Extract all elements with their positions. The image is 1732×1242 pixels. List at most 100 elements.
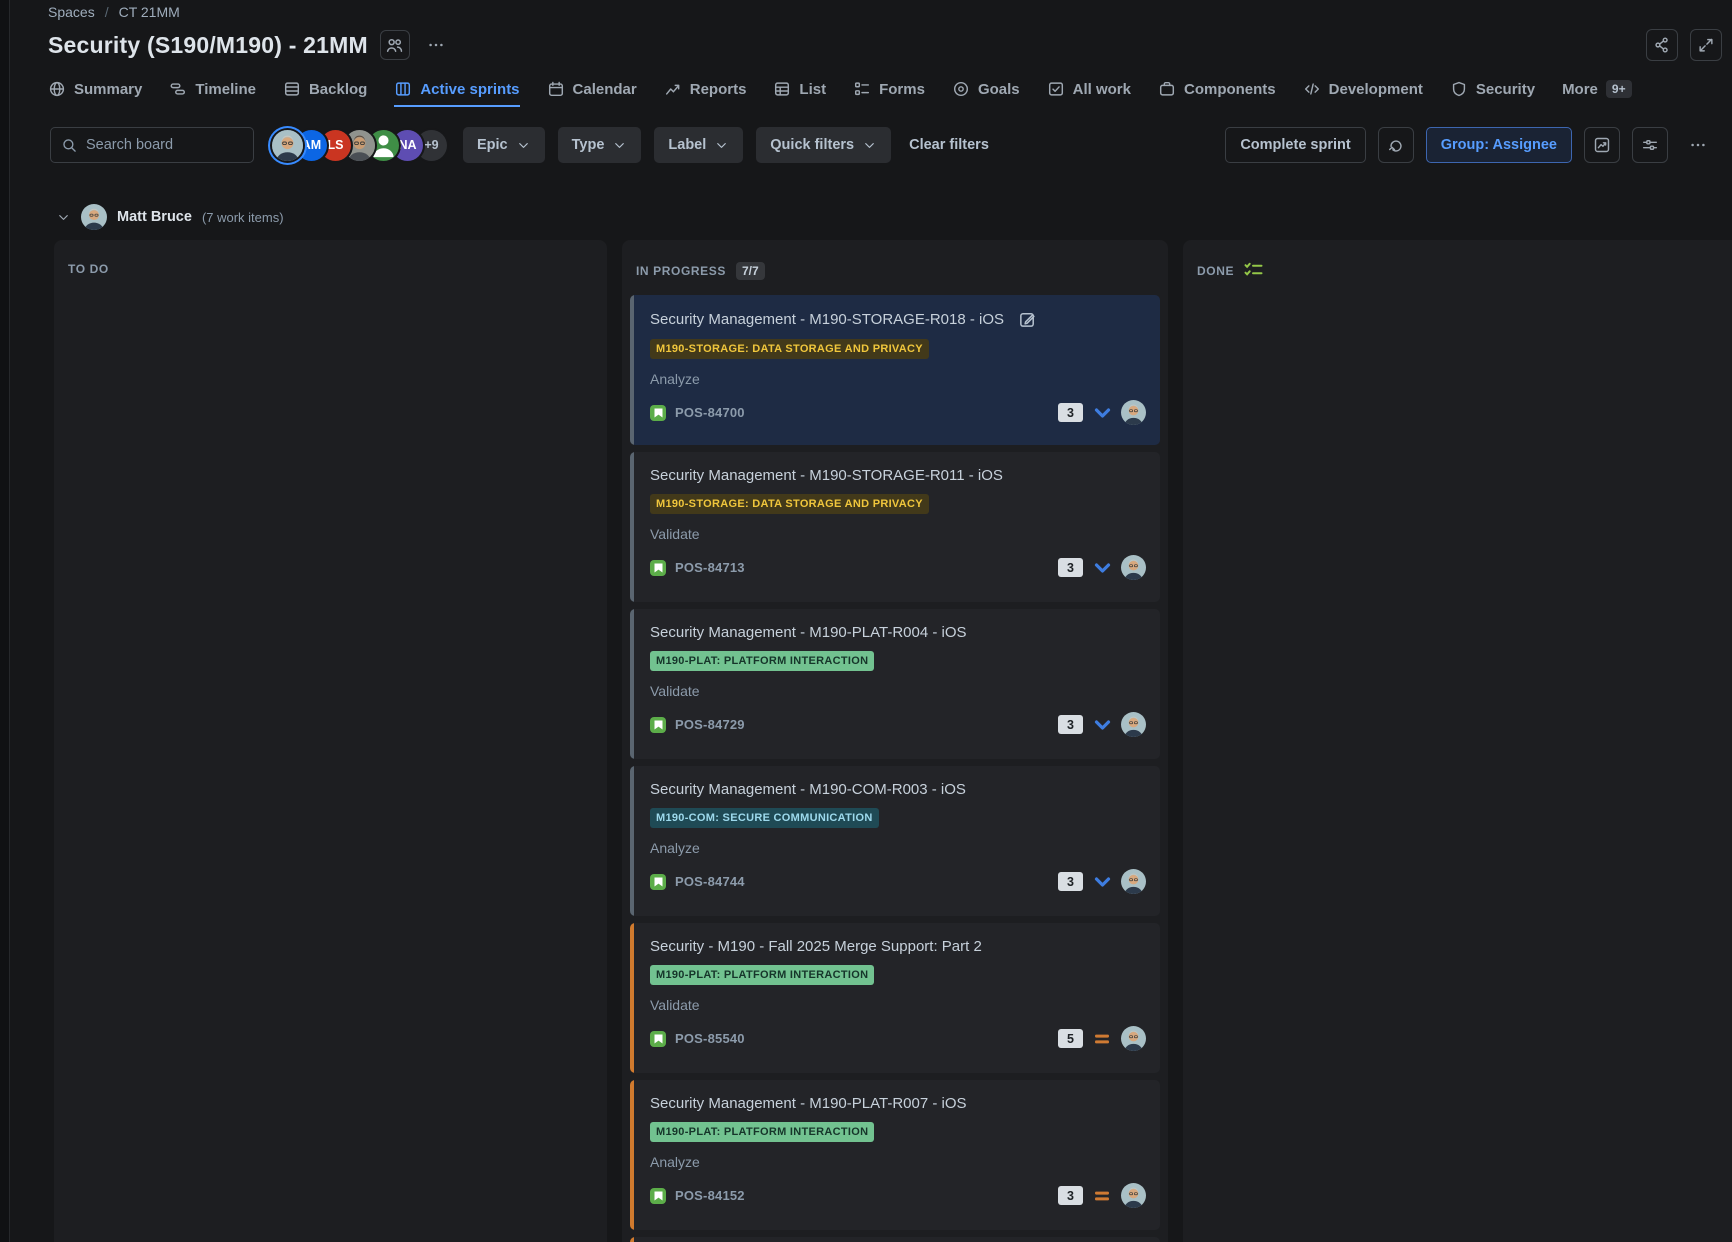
card-footer: POS-84152 3 [650, 1183, 1146, 1208]
complete-sprint-button[interactable]: Complete sprint [1225, 127, 1365, 163]
insights-button[interactable] [1584, 127, 1620, 163]
assignee-avatar[interactable] [1121, 1026, 1146, 1051]
card[interactable]: Security - M190 - Fall 2025 Merge Suppor… [630, 923, 1160, 1073]
card-key: POS-84700 [675, 405, 745, 420]
card-accent-bar [630, 295, 634, 445]
page-title: Security (S190/M190) - 21MM [48, 32, 368, 59]
assignee-name: Matt Bruce [117, 209, 192, 225]
breadcrumb-separator: / [105, 4, 109, 20]
avatar-photo[interactable] [272, 130, 303, 161]
clear-filters-button[interactable]: Clear filters [903, 137, 995, 153]
priority-low-icon [1092, 876, 1112, 888]
board-icon [394, 80, 412, 98]
assignee-avatar [81, 204, 107, 230]
expand-button[interactable] [1690, 29, 1722, 61]
board-more-button[interactable] [1680, 127, 1716, 163]
card-title-row: Security Management - M190-PLAT-R004 - i… [650, 624, 1146, 641]
tab-backlog[interactable]: Backlog [283, 73, 367, 107]
development-icon [1303, 80, 1321, 98]
epic-dropdown[interactable]: Epic [463, 127, 545, 163]
label-dropdown[interactable]: Label [654, 127, 743, 163]
team-button[interactable] [380, 30, 410, 60]
jira-board-page: { "breadcrumb": { "items": ["Spaces", "C… [0, 0, 1732, 1242]
estimate-badge[interactable]: 3 [1058, 403, 1083, 422]
checklist-icon [1244, 262, 1263, 280]
column-done: DONE [1183, 240, 1732, 1242]
dropdown-label: Label [668, 137, 706, 153]
card[interactable]: Security Management - M190-PLAT-R004 - i… [630, 609, 1160, 759]
estimate-badge[interactable]: 3 [1058, 1186, 1083, 1205]
more-count-badge: 9+ [1606, 80, 1632, 98]
card-title: Security Management - M190-PLAT-R007 - i… [650, 1095, 967, 1112]
estimate-badge[interactable]: 3 [1058, 715, 1083, 734]
type-dropdown[interactable]: Type [558, 127, 642, 163]
search-board-field[interactable] [50, 127, 254, 163]
list-icon [773, 80, 791, 98]
estimate-badge[interactable]: 3 [1058, 558, 1083, 577]
swimlane-header[interactable]: Matt Bruce (7 work items) [56, 203, 1732, 231]
breadcrumb-project[interactable]: CT 21MM [119, 4, 180, 20]
assignee-avatar[interactable] [1121, 555, 1146, 580]
tab-components[interactable]: Components [1158, 73, 1276, 107]
quick-filters-dropdown[interactable]: Quick filters [756, 127, 891, 163]
collapse-chevron-icon[interactable] [56, 210, 71, 225]
card-accent-bar [630, 1237, 634, 1242]
tab-list[interactable]: List [773, 73, 826, 107]
view-settings-button[interactable] [1632, 127, 1668, 163]
card-accent-bar [630, 609, 634, 759]
tab-more[interactable]: More9+ [1562, 73, 1632, 107]
column-header: IN PROGRESS7/7 [622, 240, 1168, 295]
tab-forms[interactable]: Forms [853, 73, 925, 107]
tab-reports[interactable]: Reports [664, 73, 747, 107]
title-more-button[interactable] [422, 31, 450, 59]
card-status: Analyze [650, 1154, 1146, 1170]
priority-low-icon [1092, 407, 1112, 419]
tab-label: Backlog [309, 81, 367, 98]
estimate-badge[interactable]: 5 [1058, 1029, 1083, 1048]
tab-all-work[interactable]: All work [1047, 73, 1131, 107]
tab-security[interactable]: Security [1450, 73, 1535, 107]
tab-label: Security [1476, 81, 1535, 98]
share-button[interactable] [1646, 29, 1678, 61]
card-status: Analyze [650, 840, 1146, 856]
assignee-avatar[interactable] [1121, 400, 1146, 425]
card[interactable]: Security Management - M190-COM-R003 - iO… [630, 766, 1160, 916]
dropdown-label: Type [572, 137, 605, 153]
card-key: POS-84729 [675, 717, 745, 732]
estimate-badge[interactable]: 3 [1058, 872, 1083, 891]
assignee-avatar[interactable] [1121, 1183, 1146, 1208]
breadcrumb-spaces[interactable]: Spaces [48, 4, 95, 20]
priority-medium-icon [1092, 1190, 1112, 1202]
title-row: Security (S190/M190) - 21MM [48, 27, 1722, 63]
assignee-avatar[interactable] [1121, 869, 1146, 894]
breadcrumb: Spaces / CT 21MM [48, 2, 1722, 22]
components-icon [1158, 80, 1176, 98]
tab-calendar[interactable]: Calendar [547, 73, 637, 107]
search-icon [61, 137, 78, 154]
card[interactable]: Security Management - M190-STORAGE-R018 … [630, 295, 1160, 445]
globe-icon [48, 80, 66, 98]
tab-goals[interactable]: Goals [952, 73, 1020, 107]
timeline-icon [169, 80, 187, 98]
card[interactable]: Security Management - M190-STORAGE-R011 … [630, 452, 1160, 602]
tab-label: Development [1329, 81, 1423, 98]
tab-bar: Summary Timeline Backlog Active sprints Cale… [48, 73, 1722, 107]
tab-active-sprints[interactable]: Active sprints [394, 73, 519, 107]
card-accent-bar [630, 452, 634, 602]
card[interactable]: Security Management - M190-PLAT-R007 - i… [630, 1080, 1160, 1230]
card-partial[interactable] [630, 1237, 1160, 1242]
edit-summary-button[interactable] [1018, 310, 1037, 329]
board-actions: Complete sprint Group: Assignee [1225, 127, 1716, 163]
story-type-icon [650, 405, 666, 421]
tab-development[interactable]: Development [1303, 73, 1423, 107]
tab-timeline[interactable]: Timeline [169, 73, 256, 107]
feedback-loop-button[interactable] [1378, 127, 1414, 163]
group-by-button[interactable]: Group: Assignee [1426, 127, 1572, 163]
search-input[interactable] [86, 137, 243, 153]
card-status: Validate [650, 997, 1146, 1013]
board-page: Spaces / CT 21MM Security (S190/M190) - … [10, 0, 1732, 1242]
tab-summary[interactable]: Summary [48, 73, 142, 107]
story-type-icon [650, 560, 666, 576]
column-title: TO DO [68, 262, 109, 276]
assignee-avatar[interactable] [1121, 712, 1146, 737]
